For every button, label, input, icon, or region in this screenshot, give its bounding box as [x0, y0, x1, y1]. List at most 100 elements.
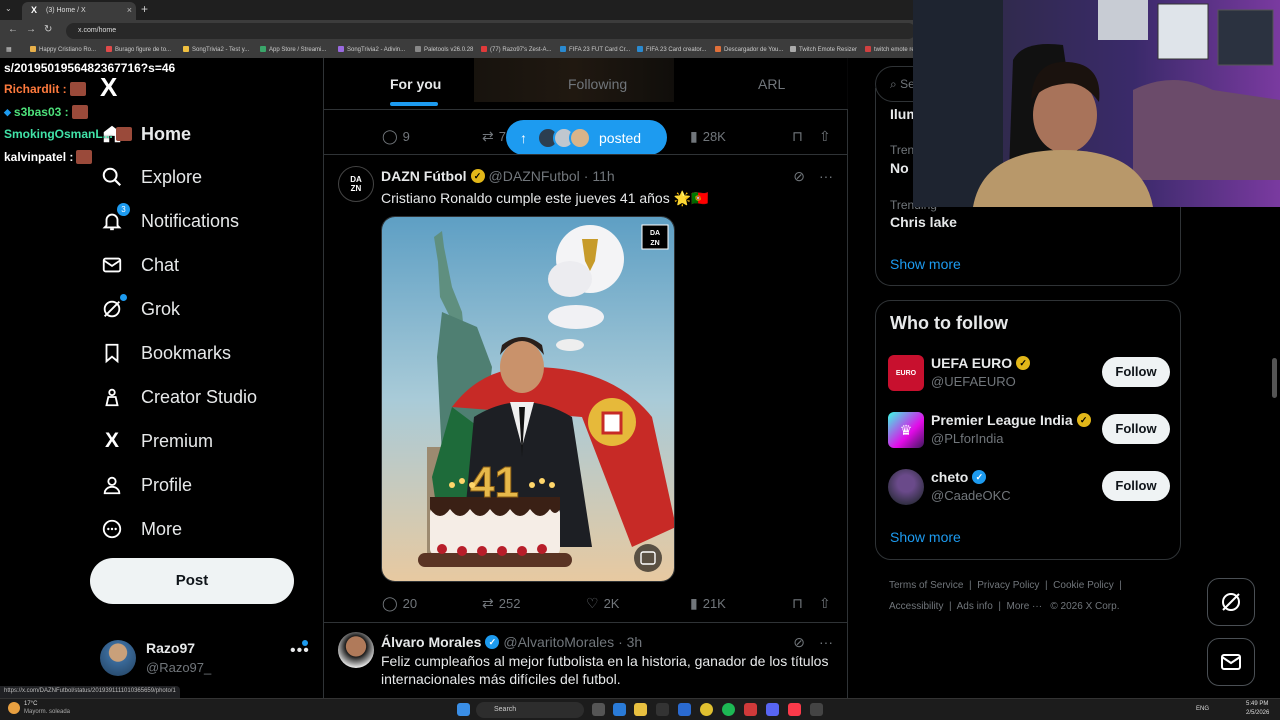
windows-start-icon[interactable] — [457, 703, 470, 716]
bookmark-item[interactable]: Burago figure de to... — [106, 46, 171, 53]
bookmark-item[interactable]: (77) Razo97's Zest-A... — [481, 46, 552, 53]
weather-text[interactable]: Mayorm. soleada — [24, 709, 70, 715]
tab-close-icon[interactable]: × — [127, 5, 132, 15]
grok-icon[interactable]: ⊘ — [793, 634, 805, 651]
bookmark-item[interactable]: SongTrivia2 - Test y... — [183, 46, 249, 53]
author-name[interactable]: DAZN Fútbol — [381, 168, 467, 184]
views-button[interactable]: ▮ 21K — [690, 595, 726, 612]
reply-button[interactable]: ◯ 20 — [382, 595, 417, 612]
avatar[interactable] — [338, 632, 374, 668]
show-more-trends[interactable]: Show more — [890, 256, 961, 272]
x-logo-icon[interactable]: X — [100, 72, 117, 103]
grok-icon[interactable]: ⊘ — [793, 168, 805, 185]
mail-app-icon[interactable] — [678, 703, 691, 716]
repost-button[interactable]: ⇄ 252 — [482, 595, 520, 612]
new-tab-icon[interactable]: + — [141, 2, 148, 16]
clock-time[interactable]: 5:49 PM — [1246, 701, 1268, 707]
dazn-avatar[interactable]: DA ZN — [338, 166, 374, 202]
sidebar-item-explore[interactable]: Explore — [100, 157, 202, 197]
tab-search-chevron-icon[interactable]: ⌄ — [5, 4, 12, 13]
bookmark-item[interactable]: SongTrivia2 - Adivin... — [338, 46, 405, 53]
tweet-media-image[interactable]: 41 DA ZN — [381, 216, 675, 582]
follow-button[interactable]: Follow — [1102, 471, 1170, 501]
clock-date[interactable]: 2/5/2026 — [1246, 710, 1269, 716]
tweet-time[interactable]: · 11h — [584, 168, 615, 184]
tweet-time[interactable]: · 3h — [618, 634, 642, 650]
trend-name[interactable]: Chris lake — [890, 214, 957, 230]
tab-for-you[interactable]: For you — [390, 76, 441, 92]
sidebar-item-more[interactable]: More — [100, 509, 182, 549]
follow-button[interactable]: Follow — [1102, 357, 1170, 387]
repost-button[interactable]: ⇄ 7 — [482, 128, 506, 145]
bookmark-item[interactable]: FIFA 23 Card creator... — [637, 46, 706, 53]
explorer-icon[interactable] — [634, 703, 647, 716]
more-dots-icon[interactable]: ··· — [819, 168, 833, 185]
tab-following[interactable]: Following — [568, 76, 627, 92]
apps-grid-icon[interactable]: ▦ — [6, 46, 12, 53]
search-icon — [100, 165, 124, 189]
post-button[interactable]: Post — [90, 558, 294, 604]
bookmark-tweet-icon[interactable]: ⊓ — [792, 128, 803, 145]
bookmark-tweet-icon[interactable]: ⊓ — [792, 595, 803, 612]
edge-icon[interactable] — [613, 703, 626, 716]
footer-link[interactable]: Ads info — [957, 601, 993, 612]
spotify-icon[interactable] — [722, 703, 735, 716]
bookmark-item[interactable]: Happy Cristiano Ro... — [30, 46, 96, 53]
app-icon[interactable] — [744, 703, 757, 716]
author-handle[interactable]: @AlvaritoMorales — [503, 634, 614, 650]
sidebar-item-profile[interactable]: Profile — [100, 465, 192, 505]
footer-link[interactable]: Accessibility — [889, 601, 943, 612]
store-icon[interactable] — [656, 703, 669, 716]
forward-arrow-icon[interactable]: → — [26, 24, 36, 35]
new-posts-pill[interactable]: ↑ posted — [506, 120, 667, 155]
discord-icon[interactable] — [766, 703, 779, 716]
bookmark-item[interactable]: Descargador de You... — [715, 46, 783, 53]
bookmark-item[interactable]: App Store / Streami... — [260, 46, 326, 53]
messages-float-button[interactable] — [1207, 638, 1255, 686]
sidebar-item-chat[interactable]: Chat — [100, 245, 179, 285]
weather-icon[interactable] — [8, 702, 20, 714]
views-button[interactable]: ▮ 28K — [690, 128, 726, 145]
footer-link[interactable]: Privacy Policy — [977, 580, 1039, 591]
follow-suggestion[interactable]: cheto ✓ @CaadeOKC Follow — [888, 467, 1170, 507]
sidebar-item-bookmarks[interactable]: Bookmarks — [100, 333, 231, 373]
tab-arl[interactable]: ARL — [758, 76, 785, 92]
music-icon[interactable] — [788, 703, 801, 716]
footer-link[interactable]: Cookie Policy — [1053, 580, 1114, 591]
sidebar-item-premium[interactable]: X Premium — [100, 421, 213, 461]
share-icon[interactable]: ⇧ — [819, 595, 831, 612]
bookmark-item[interactable]: twitch emote re... — [865, 46, 920, 53]
footer-link[interactable]: Terms of Service — [889, 580, 963, 591]
language-indicator[interactable]: ENG — [1196, 706, 1209, 712]
like-button[interactable]: ♡ 2K — [586, 595, 619, 612]
bookmark-item[interactable]: Twitch Emote Resizer — [790, 46, 857, 53]
share-icon[interactable]: ⇧ — [819, 128, 831, 145]
sidebar-item-creator-studio[interactable]: Creator Studio — [100, 377, 257, 417]
task-view-icon[interactable] — [592, 703, 605, 716]
bookmark-item[interactable]: FIFA 23 FUT Card Cr... — [560, 46, 630, 53]
author-handle[interactable]: @DAZNFutbol — [489, 168, 580, 184]
sidebar-item-grok[interactable]: Grok — [100, 289, 180, 329]
bookmark-item[interactable]: Paletools v26.0.28 — [415, 46, 473, 53]
reply-button[interactable]: ◯ 9 — [382, 128, 410, 145]
footer-link[interactable]: More ··· — [1007, 601, 1043, 612]
more-dots-icon[interactable]: ··· — [819, 634, 833, 651]
show-more-follow[interactable]: Show more — [890, 529, 961, 545]
taskbar-search[interactable]: Search — [476, 702, 584, 718]
follow-suggestion[interactable]: EURO UEFA EURO ✓ @UEFAEURO Follow — [888, 353, 1170, 393]
sidebar-item-notifications[interactable]: 3 Notifications — [100, 201, 239, 241]
sidebar-item-label: Chat — [141, 254, 180, 275]
reload-icon[interactable]: ↻ — [44, 24, 52, 35]
browser-tab-home[interactable]: X (3) Home / X × — [22, 2, 136, 20]
follow-suggestion[interactable]: ♛ Premier League India ✓ @PLforIndia Foll… — [888, 410, 1170, 450]
address-bar[interactable]: x.com/home — [66, 23, 916, 39]
author-name[interactable]: Álvaro Morales — [381, 634, 481, 650]
account-switcher[interactable]: Razo97 @Razo97_ ••• — [100, 638, 320, 678]
grok-float-button[interactable] — [1207, 578, 1255, 626]
page-scrollbar[interactable] — [1272, 358, 1277, 398]
chrome-icon[interactable] — [700, 703, 713, 716]
follow-button[interactable]: Follow — [1102, 414, 1170, 444]
obs-icon[interactable] — [810, 703, 823, 716]
back-arrow-icon[interactable]: ← — [8, 24, 18, 35]
weather-temp[interactable]: 17°C — [24, 701, 37, 707]
